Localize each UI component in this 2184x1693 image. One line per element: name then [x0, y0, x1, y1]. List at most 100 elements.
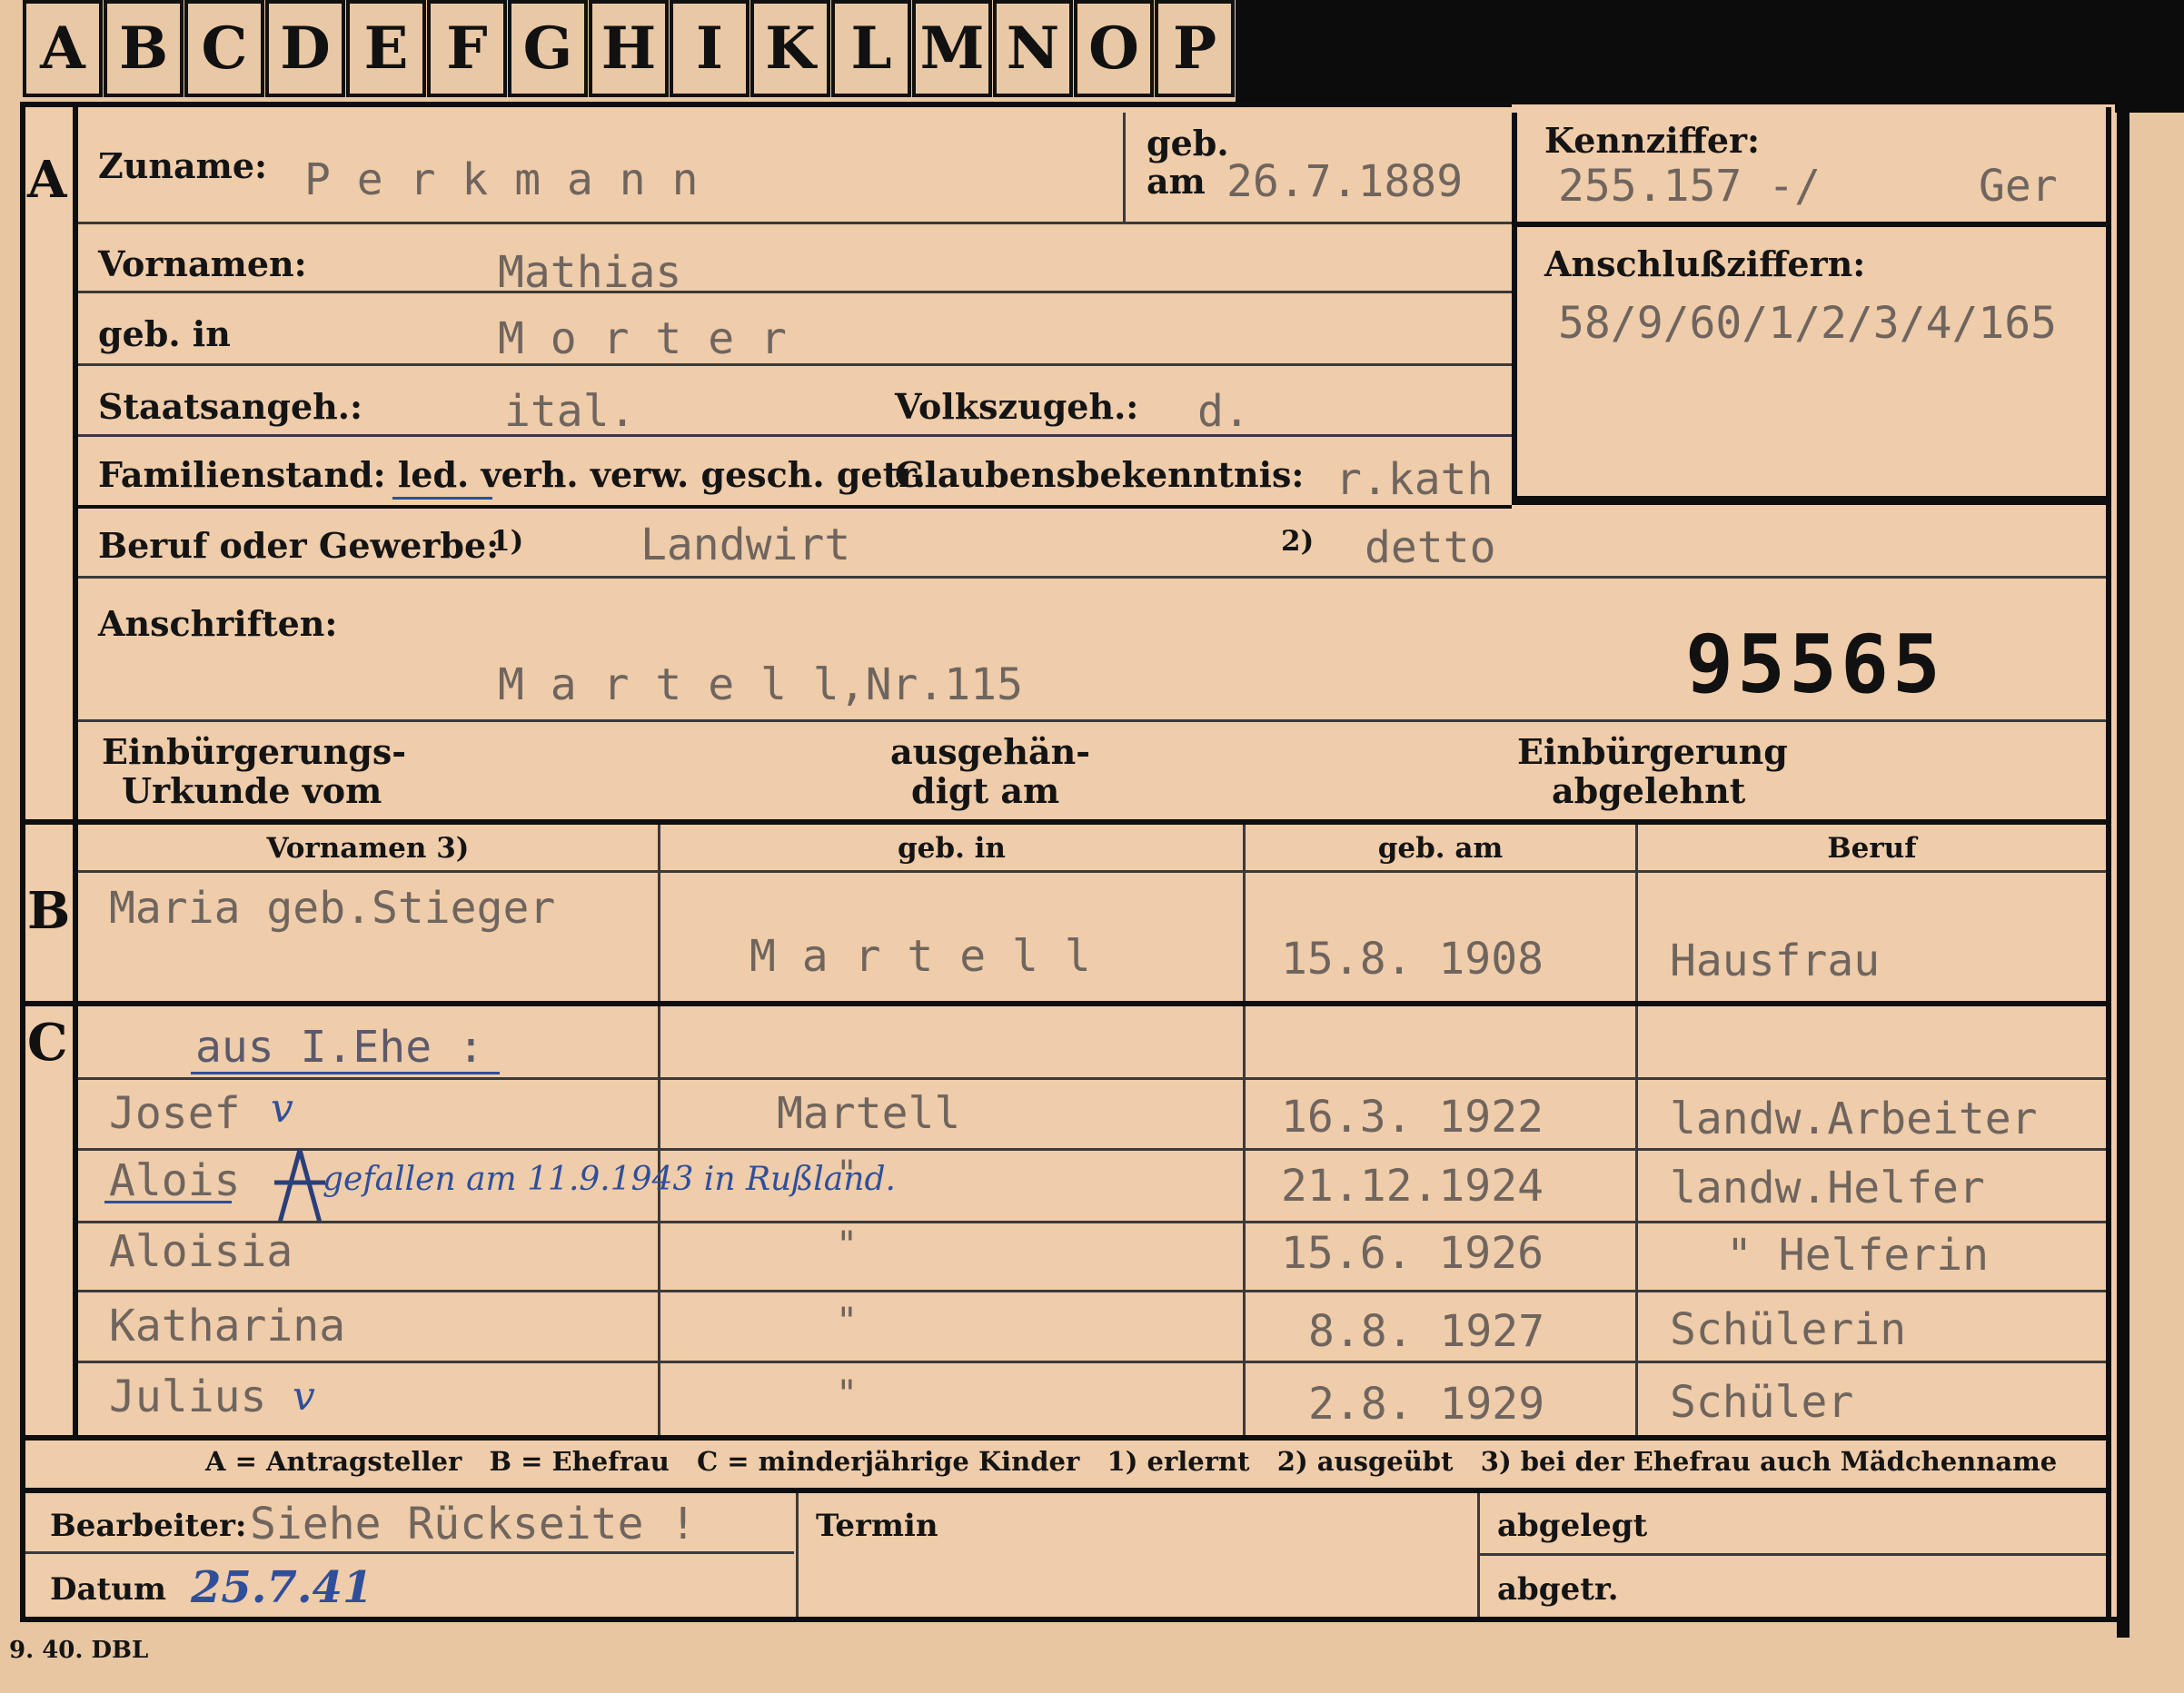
tab-h[interactable]: H: [589, 0, 669, 97]
volkszugeh-value: d.: [1197, 386, 1250, 437]
staatsangeh-label: Staatsangeh.:: [98, 386, 363, 427]
child-3-name: Aloisia: [109, 1226, 293, 1277]
children-row-line-4: [78, 1361, 2106, 1363]
frame-right: [2106, 107, 2111, 1620]
row-line-staatsangeh: [78, 434, 1512, 437]
kennziffer-box-bottom: [1512, 496, 2111, 505]
abgelegt-label: abgelegt: [1497, 1508, 1648, 1544]
child-2-cross-mark-icon: [274, 1149, 325, 1223]
legend-bottom: [20, 1488, 2110, 1493]
child-2-beruf: landw.Helfer: [1670, 1163, 1985, 1213]
child-5-geb-in: ": [836, 1373, 859, 1415]
row-line-geb-in: [78, 363, 1512, 366]
frame-bottom: [20, 1617, 2119, 1622]
tab-l[interactable]: L: [831, 0, 911, 97]
children-row-line-0: [78, 1077, 2106, 1080]
tab-n[interactable]: N: [993, 0, 1073, 97]
geb-in-value: M o r t e r: [498, 313, 787, 364]
child-1-check-mark: v: [271, 1085, 293, 1132]
ausgehaendigt-label-2: digt am: [911, 770, 1060, 811]
spouse-geb-in: M a r t e l l: [750, 931, 1091, 982]
frame-left: [20, 102, 25, 1620]
section-c-bottom: [20, 1435, 2110, 1441]
child-4-name: Katharina: [109, 1301, 346, 1351]
spouse-geb-am: 15.8. 1908: [1281, 934, 1544, 985]
header-beruf: Beruf: [1827, 832, 1917, 865]
child-3-geb-in: ": [836, 1224, 859, 1266]
child-2-geb-in: ": [836, 1153, 859, 1195]
tab-i[interactable]: I: [670, 0, 750, 97]
tab-e[interactable]: E: [346, 0, 426, 97]
anschluss-label: Anschlußziffern:: [1544, 243, 1866, 284]
kennziffer-box-left: [1512, 113, 1517, 503]
kennziffer-label: Kennziffer:: [1544, 120, 1761, 161]
tab-a[interactable]: A: [23, 0, 103, 97]
child-1-name: Josef: [109, 1088, 241, 1139]
child-5-beruf: Schüler: [1670, 1377, 1854, 1428]
familienstand-verh-underline: [392, 497, 492, 500]
geb-in-label: geb. in: [98, 313, 231, 354]
legend: A = Antragsteller B = Ehefrau C = minder…: [205, 1446, 2058, 1477]
ausgehaendigt-label-1: ausgehän-: [890, 731, 1091, 772]
beruf-2-value: detto: [1365, 522, 1496, 573]
anschrift-value: M a r t e l l,Nr.115: [498, 659, 1023, 710]
datum-label: Datum: [50, 1571, 166, 1608]
section-b-marker: B: [27, 881, 71, 941]
children-row-line-3: [78, 1290, 2106, 1292]
anschriften-label: Anschriften:: [98, 603, 338, 644]
kennziffer-value: 255.157 -/: [1558, 161, 1821, 212]
tab-m[interactable]: M: [912, 0, 992, 97]
glauben-value: r.kath: [1335, 454, 1494, 505]
child-2-name-underline: [104, 1201, 232, 1203]
row-line-anschriften: [78, 719, 2106, 722]
spouse-vornamen: Maria geb.Stieger: [109, 883, 556, 934]
child-3-beruf: " Helferin: [1726, 1230, 1989, 1281]
header-line: [78, 870, 2106, 873]
abgetr-label: abgetr.: [1497, 1571, 1619, 1608]
child-4-geb-am: 8.8. 1927: [1308, 1306, 1545, 1357]
tab-d[interactable]: D: [265, 0, 345, 97]
section-a-bottom: [20, 819, 2110, 825]
section-c-marker: C: [27, 1013, 68, 1073]
bearbeiter-value: Siehe Rückseite !: [250, 1499, 697, 1549]
top-right-black-band: [1236, 0, 2184, 113]
index-tabs: A B C D E F G H I K L M N O P: [23, 0, 1240, 100]
child-1-geb-in: Martell: [777, 1088, 961, 1139]
child-4-beruf: Schülerin: [1670, 1304, 1907, 1355]
spouse-beruf: Hausfrau: [1670, 936, 1881, 986]
tab-k[interactable]: K: [750, 0, 830, 97]
tab-c[interactable]: C: [184, 0, 264, 97]
glauben-label: Glaubensbekenntnis:: [895, 454, 1305, 495]
header-vornamen: Vornamen 3): [266, 832, 470, 865]
termin-label: Termin: [816, 1508, 938, 1544]
children-heading-underline: [191, 1072, 500, 1074]
section-a-marker: A: [27, 150, 67, 210]
tab-o[interactable]: O: [1074, 0, 1154, 97]
right-black-edge: [2117, 107, 2129, 1638]
frame-top: [20, 102, 1512, 107]
header-geb-am: geb. am: [1377, 832, 1504, 865]
volkszugeh-label: Volkszugeh.:: [895, 386, 1139, 427]
abgelegt-line: [1479, 1553, 2106, 1556]
kennziffer-line: [1512, 222, 2111, 227]
zuname-value: P e r k m a n n: [304, 154, 699, 205]
beruf-note-1: 1): [491, 525, 524, 558]
staatsangeh-value: ital.: [504, 386, 636, 437]
bearbeiter-line: [25, 1551, 794, 1554]
geb-am-divider: [1123, 113, 1126, 222]
col-divider-2: [1243, 825, 1246, 1437]
tab-b[interactable]: B: [104, 0, 184, 97]
anschluss-value: 58/9/60/1/2/3/4/165: [1558, 298, 2058, 349]
tab-p[interactable]: P: [1155, 0, 1235, 97]
einb-urkunde-label-2: Urkunde vom: [122, 770, 382, 811]
child-1-geb-am: 16.3. 1922: [1281, 1092, 1544, 1143]
child-5-check-mark: v: [293, 1373, 315, 1420]
kennziffer-suffix: Ger: [1979, 161, 2058, 212]
tab-f[interactable]: F: [427, 0, 507, 97]
child-2-name: Alois: [109, 1155, 241, 1206]
tab-g[interactable]: G: [508, 0, 588, 97]
row-line-zuname: [78, 222, 1512, 224]
children-row-line-1: [78, 1148, 2106, 1151]
section-b-bottom: [20, 1001, 2110, 1006]
bearbeiter-label: Bearbeiter:: [50, 1508, 247, 1544]
